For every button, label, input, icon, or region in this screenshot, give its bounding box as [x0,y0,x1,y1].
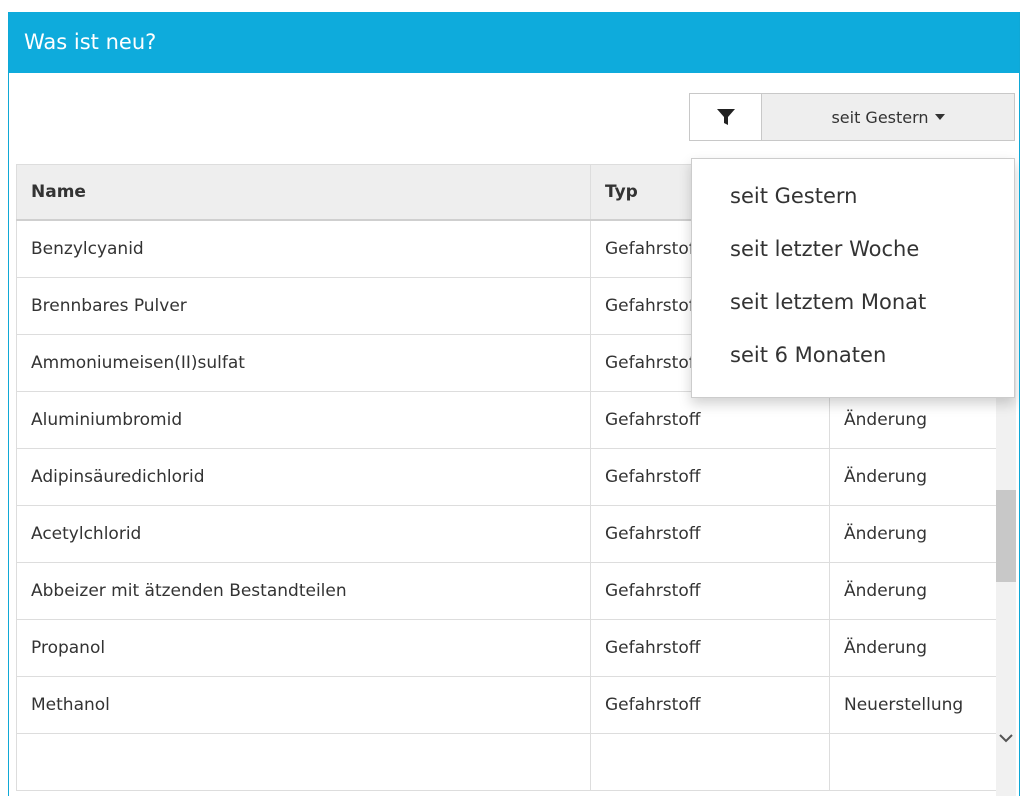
cell-art: Änderung [829,562,1006,620]
scrollbar-thumb[interactable] [996,490,1016,582]
cell-art: Neuerstellung [829,676,1006,734]
table-row[interactable]: Adipinsäuredichlorid Gefahrstoff Änderun… [16,448,1006,506]
cell-art: Änderung [829,619,1006,677]
cell-name [16,733,591,791]
cell-name: Brennbares Pulver [16,277,591,335]
dropdown-option-seit-letztem-monat[interactable]: seit letztem Monat [692,283,1014,336]
filter-control: seit Gestern [689,93,1015,141]
cell-typ: Gefahrstoff [590,619,830,677]
table-row[interactable]: Abbeizer mit ätzenden Bestandteilen Gefa… [16,562,1006,620]
cell-typ: Gefahrstoff [590,505,830,563]
cell-name: Methanol [16,676,591,734]
panel-title: Was ist neu? [9,12,1019,73]
dropdown-option-seit-letzter-woche[interactable]: seit letzter Woche [692,230,1014,283]
table-row[interactable]: Acetylchlorid Gefahrstoff Änderung [16,505,1006,563]
cell-art: Änderung [829,505,1006,563]
whats-new-panel: Was ist neu? Name Typ Benzylcyanid Gefah… [8,12,1020,796]
cell-art: Änderung [829,391,1006,449]
cell-art [829,733,1006,791]
cell-name: Benzylcyanid [16,219,591,278]
table-row[interactable]: Methanol Gefahrstoff Neuerstellung [16,676,1006,734]
dropdown-option-seit-6-monaten[interactable]: seit 6 Monaten [692,336,1014,389]
table-row[interactable] [16,733,1006,791]
cell-name: Abbeizer mit ätzenden Bestandteilen [16,562,591,620]
cell-typ: Gefahrstoff [590,391,830,449]
column-header-name[interactable]: Name [16,164,591,221]
chevron-down-icon[interactable] [998,730,1014,746]
timeframe-dropdown-button[interactable]: seit Gestern [761,93,1015,141]
timeframe-dropdown-menu: seit Gestern seit letzter Woche seit let… [691,158,1015,398]
cell-typ: Gefahrstoff [590,676,830,734]
dropdown-option-seit-gestern[interactable]: seit Gestern [692,177,1014,230]
cell-name: Acetylchlorid [16,505,591,563]
cell-art: Änderung [829,448,1006,506]
cell-name: Aluminiumbromid [16,391,591,449]
caret-down-icon [934,114,945,120]
cell-name: Ammoniumeisen(II)sulfat [16,334,591,392]
cell-typ: Gefahrstoff [590,562,830,620]
cell-typ: Gefahrstoff [590,448,830,506]
filter-button[interactable] [689,93,761,141]
cell-name: Propanol [16,619,591,677]
timeframe-selected-label: seit Gestern [831,107,929,127]
table-row[interactable]: Aluminiumbromid Gefahrstoff Änderung [16,391,1006,449]
cell-typ [590,733,830,791]
filter-icon [716,109,735,125]
cell-name: Adipinsäuredichlorid [16,448,591,506]
table-row[interactable]: Propanol Gefahrstoff Änderung [16,619,1006,677]
